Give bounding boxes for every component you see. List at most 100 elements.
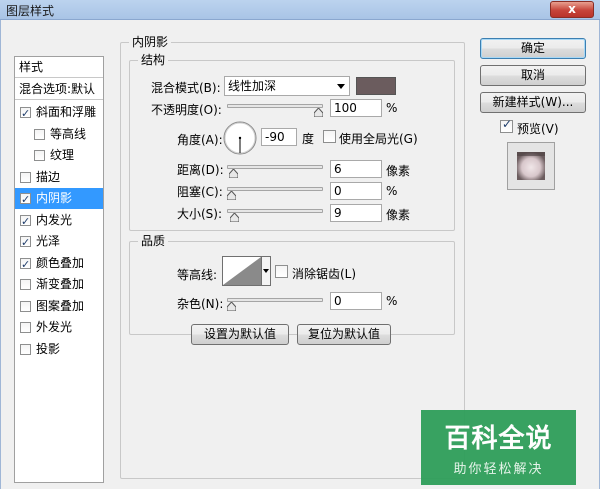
style-list-header[interactable]: 样式	[15, 57, 103, 78]
preview-label: 预览(V)	[517, 122, 559, 136]
distance-unit: 像素	[386, 164, 411, 178]
close-button[interactable]: x	[550, 1, 594, 18]
style-item[interactable]: 等高线	[15, 124, 103, 145]
noise-unit: %	[386, 294, 398, 308]
size-unit: 像素	[386, 208, 411, 222]
style-item-checkbox[interactable]	[20, 232, 31, 252]
noise-input[interactable]: 0	[330, 292, 382, 310]
style-list: 样式 混合选项:默认 斜面和浮雕等高线纹理描边内阴影内发光光泽颜色叠加渐变叠加图…	[14, 56, 104, 483]
style-item[interactable]: 纹理	[15, 145, 103, 166]
contour-label: 等高线:	[177, 268, 218, 282]
window-title: 图层样式	[6, 4, 55, 18]
make-default-button[interactable]: 设置为默认值	[191, 324, 289, 345]
style-item[interactable]: 颜色叠加	[15, 253, 103, 274]
blend-mode-select[interactable]: 线性加深	[224, 76, 350, 96]
watermark: 百科全说 助你轻松解决	[421, 410, 576, 485]
contour-curve-icon	[223, 257, 261, 285]
choke-unit: %	[386, 184, 398, 198]
opacity-input[interactable]: 100	[330, 99, 382, 117]
size-slider-thumb[interactable]	[230, 213, 240, 222]
choke-label: 阻塞(C):	[177, 185, 223, 199]
style-item[interactable]: 渐变叠加	[15, 274, 103, 295]
watermark-logo-text: 百科全说	[444, 424, 553, 454]
style-item-label: 内发光	[36, 212, 73, 227]
style-item[interactable]: 内阴影	[15, 188, 103, 209]
quality-title: 品质	[138, 234, 169, 248]
style-item-checkbox[interactable]	[20, 300, 31, 312]
global-light-checkbox[interactable]	[323, 130, 336, 143]
style-item-checkbox[interactable]	[20, 322, 31, 333]
style-item[interactable]: 外发光	[15, 317, 103, 338]
watermark-slogan: 助你轻松解决	[453, 462, 544, 477]
style-item-label: 外发光	[36, 320, 73, 334]
style-item-checkbox[interactable]	[20, 189, 31, 209]
close-icon: x	[568, 2, 576, 16]
structure-title: 结构	[138, 53, 169, 67]
style-item-checkbox[interactable]	[34, 150, 45, 161]
blend-mode-label: 混合模式(B):	[151, 81, 221, 95]
antialias-checkbox[interactable]	[275, 265, 288, 278]
style-item-label: 斜面和浮雕	[36, 105, 97, 119]
contour-dropdown-button[interactable]	[262, 256, 271, 286]
distance-slider[interactable]	[227, 165, 323, 169]
global-light-label: 使用全局光(G)	[339, 132, 418, 146]
style-item-checkbox[interactable]	[20, 103, 31, 123]
quality-group: 品质	[129, 234, 455, 335]
size-input[interactable]: 9	[330, 204, 382, 222]
style-item-label: 描边	[36, 169, 61, 184]
style-item-checkbox[interactable]	[34, 128, 45, 140]
style-preview	[507, 142, 555, 190]
dialog-body: 样式 混合选项:默认 斜面和浮雕等高线纹理描边内阴影内发光光泽颜色叠加渐变叠加图…	[0, 20, 600, 489]
opacity-slider-thumb[interactable]	[314, 108, 323, 117]
style-item[interactable]: 描边	[15, 167, 103, 188]
style-item-label: 渐变叠加	[36, 277, 85, 291]
blend-options-item[interactable]: 混合选项:默认	[15, 79, 103, 100]
size-slider[interactable]	[227, 209, 323, 213]
noise-slider[interactable]	[227, 298, 323, 302]
style-item-checkbox[interactable]	[20, 211, 31, 231]
panel-title: 内阴影	[129, 35, 172, 49]
style-item-label: 投影	[36, 341, 61, 356]
noise-label: 杂色(N):	[177, 297, 224, 311]
choke-input[interactable]: 0	[330, 182, 382, 200]
style-item[interactable]: 投影	[15, 339, 103, 360]
angle-dial[interactable]	[222, 120, 258, 156]
angle-unit: 度	[302, 132, 315, 146]
distance-label: 距离(D):	[177, 163, 224, 177]
style-item-checkbox[interactable]	[20, 171, 31, 183]
angle-label: 角度(A):	[177, 133, 223, 147]
opacity-slider[interactable]	[227, 104, 323, 108]
new-style-button[interactable]: 新建样式(W)...	[480, 92, 586, 113]
contour-picker[interactable]	[222, 256, 262, 286]
title-bar: 图层样式 x	[0, 0, 600, 20]
style-item-checkbox[interactable]	[20, 254, 31, 274]
style-item-label: 光泽	[36, 234, 61, 248]
style-item[interactable]: 内发光	[15, 210, 103, 231]
preview-thumbnail	[517, 152, 545, 180]
noise-slider-thumb[interactable]	[227, 302, 236, 311]
choke-slider-thumb[interactable]	[227, 191, 236, 200]
preview-checkbox[interactable]	[500, 117, 513, 133]
angle-input[interactable]: -90	[261, 128, 297, 146]
ok-button[interactable]: 确定	[480, 38, 586, 59]
size-label: 大小(S):	[177, 207, 223, 221]
reset-default-button[interactable]: 复位为默认值	[297, 324, 391, 345]
distance-input[interactable]: 6	[330, 160, 382, 178]
choke-slider[interactable]	[227, 187, 323, 191]
antialias-label: 消除锯齿(L)	[292, 267, 357, 281]
style-item-label: 颜色叠加	[36, 255, 85, 270]
style-item[interactable]: 光泽	[15, 231, 103, 252]
blend-color-swatch[interactable]	[356, 77, 396, 95]
style-item[interactable]: 图案叠加	[15, 296, 103, 317]
style-item[interactable]: 斜面和浮雕	[15, 102, 103, 123]
style-item-checkbox[interactable]	[20, 279, 31, 290]
cancel-button[interactable]: 取消	[480, 65, 586, 86]
style-item-label: 图案叠加	[36, 298, 85, 313]
style-item-checkbox[interactable]	[20, 343, 31, 355]
chevron-down-icon	[337, 84, 345, 89]
distance-slider-thumb[interactable]	[228, 169, 238, 178]
style-item-label: 纹理	[50, 148, 75, 162]
opacity-unit: %	[386, 101, 398, 115]
style-item-label: 等高线	[50, 126, 87, 141]
style-item-label: 内阴影	[36, 191, 73, 205]
